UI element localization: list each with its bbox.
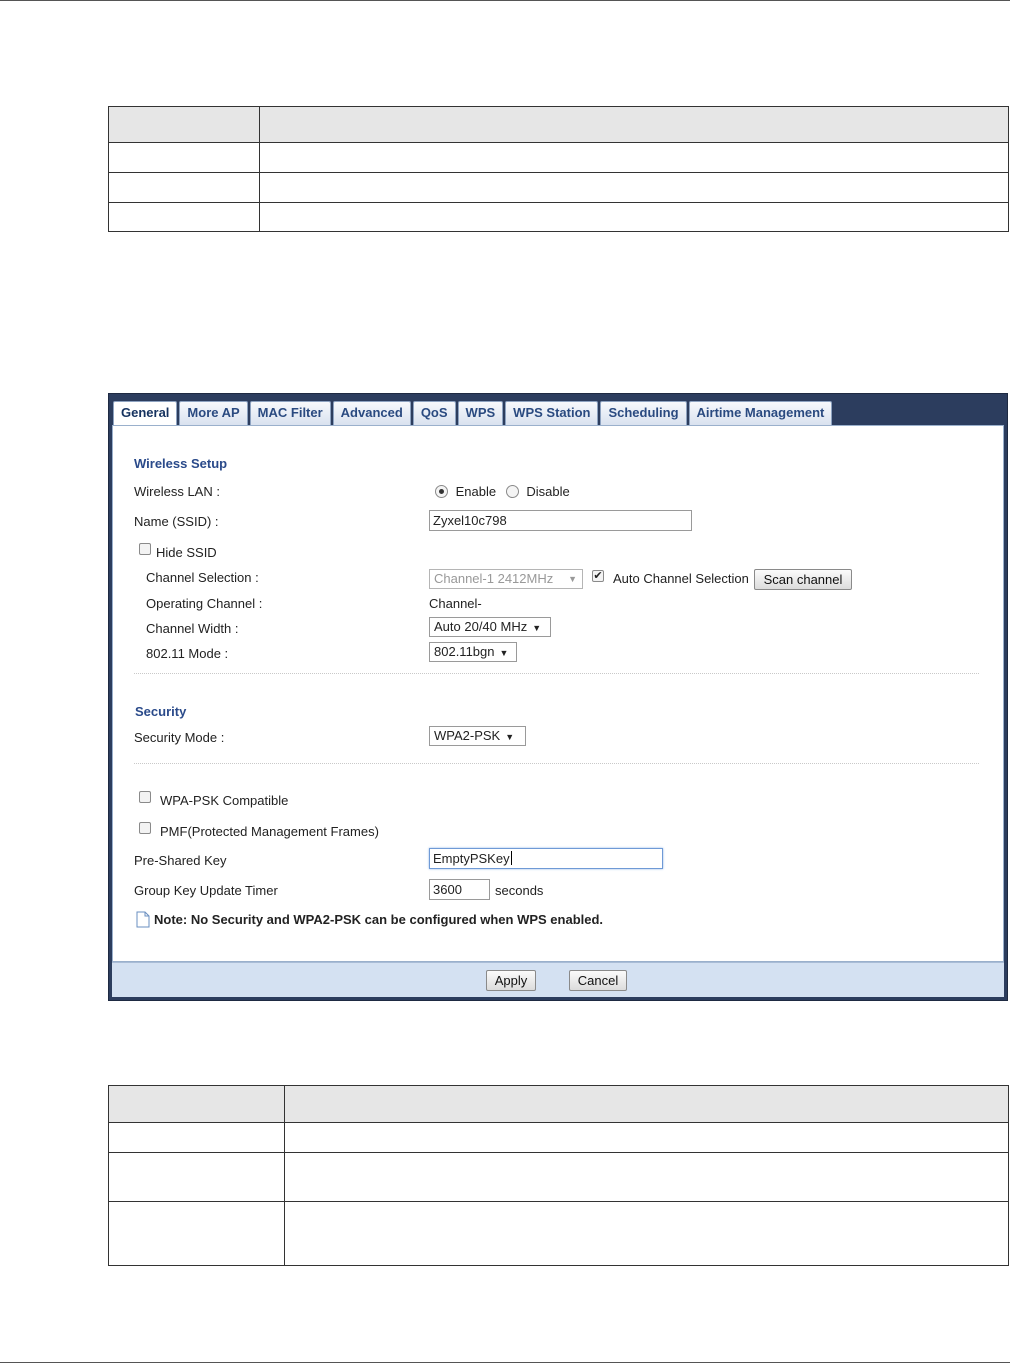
table-header-row xyxy=(109,1086,1008,1122)
table-cell xyxy=(109,1153,284,1201)
operating-channel-value: Channel- xyxy=(429,596,482,611)
psk-input[interactable]: EmptyPSKey xyxy=(429,848,663,869)
table-cell xyxy=(259,203,1008,231)
disable-radio-label: Disable xyxy=(526,484,570,499)
bottom-rule xyxy=(0,1362,1010,1363)
pmf-checkbox[interactable] xyxy=(139,822,151,834)
top-doc-table xyxy=(108,106,1009,232)
table-row xyxy=(109,202,1008,231)
security-mode-select[interactable]: WPA2-PSK ▼ xyxy=(429,726,526,746)
text-cursor xyxy=(510,851,512,865)
scan-channel-button[interactable]: Scan channel xyxy=(754,569,852,590)
channel-width-value: Auto 20/40 MHz xyxy=(434,619,528,634)
security-mode-label: Security Mode : xyxy=(134,730,225,745)
table-cell xyxy=(284,1153,1008,1201)
tab-advanced[interactable]: Advanced xyxy=(332,401,411,425)
general-tab-content: Wireless Setup Wireless LAN : Enable Dis… xyxy=(112,425,1004,962)
wps-note: Note: No Security and WPA2-PSK can be co… xyxy=(154,912,604,927)
mode-label: 802.11 Mode : xyxy=(146,646,229,661)
timer-unit: seconds xyxy=(495,883,544,898)
table-cell xyxy=(284,1202,1008,1265)
security-heading: Security xyxy=(135,704,187,719)
table-header-cell xyxy=(109,107,259,142)
table-cell xyxy=(284,1123,1008,1152)
section-divider xyxy=(134,763,979,764)
auto-channel-checkbox[interactable]: ✔ xyxy=(592,570,604,582)
tab-bar: General More AP MAC Filter Advanced QoS … xyxy=(113,401,833,427)
mode-select[interactable]: 802.11bgn ▼ xyxy=(429,642,517,662)
enable-radio-label: Enable xyxy=(455,484,497,499)
table-header-row xyxy=(109,107,1008,142)
mode-value: 802.11bgn xyxy=(434,644,495,659)
wpa-psk-compatible-checkbox[interactable] xyxy=(139,791,151,803)
pmf-label: PMF(Protected Management Frames) xyxy=(160,824,379,839)
table-header-cell xyxy=(259,107,1008,142)
tab-scheduling[interactable]: Scheduling xyxy=(600,401,687,425)
section-divider xyxy=(134,673,979,674)
cancel-button[interactable]: Cancel xyxy=(569,970,627,991)
table-row xyxy=(109,1152,1008,1201)
tab-general[interactable]: General xyxy=(113,401,178,427)
table-row xyxy=(109,142,1008,172)
wireless-lan-label: Wireless LAN : xyxy=(134,484,220,499)
apply-button[interactable]: Apply xyxy=(486,970,536,991)
table-row xyxy=(109,1201,1008,1265)
psk-label: Pre-Shared Key xyxy=(134,853,227,868)
operating-channel-label: Operating Channel : xyxy=(146,596,263,611)
table-row xyxy=(109,1122,1008,1152)
disable-radio[interactable] xyxy=(505,485,519,498)
tab-wps-station[interactable]: WPS Station xyxy=(505,401,599,425)
table-cell xyxy=(109,203,259,231)
table-header-cell xyxy=(284,1086,1008,1122)
hide-ssid-checkbox[interactable] xyxy=(139,543,151,555)
channel-width-label: Channel Width : xyxy=(146,621,239,636)
tab-mac-filter[interactable]: MAC Filter xyxy=(249,401,331,425)
table-cell xyxy=(109,1202,284,1265)
table-cell xyxy=(109,143,259,172)
form-footer: Apply Cancel xyxy=(112,962,1004,997)
hide-ssid-label: Hide SSID xyxy=(156,545,217,560)
channel-selection-value: Channel-1 2412MHz xyxy=(434,571,554,586)
channel-selection-label: Channel Selection : xyxy=(146,570,259,585)
wireless-setup-heading: Wireless Setup xyxy=(134,456,228,471)
ssid-input[interactable]: Zyxel10c798 xyxy=(429,510,692,531)
auto-channel-label: Auto Channel Selection xyxy=(613,571,749,586)
timer-label: Group Key Update Timer xyxy=(134,883,278,898)
timer-input[interactable]: 3600 xyxy=(429,879,490,900)
channel-selection-select[interactable]: Channel-1 2412MHz ▼ xyxy=(429,569,583,589)
tab-wps[interactable]: WPS xyxy=(457,401,504,425)
table-header-cell xyxy=(109,1086,284,1122)
ssid-label: Name (SSID) : xyxy=(134,514,219,529)
wireless-settings-panel: General More AP MAC Filter Advanced QoS … xyxy=(108,393,1008,1001)
wireless-lan-radio-group: Enable Disable xyxy=(435,484,570,499)
enable-radio[interactable] xyxy=(435,485,448,498)
table-cell xyxy=(109,1123,284,1152)
wpa-psk-compatible-label: WPA-PSK Compatible xyxy=(160,793,289,808)
table-cell xyxy=(109,173,259,202)
channel-width-select[interactable]: Auto 20/40 MHz ▼ xyxy=(429,617,551,637)
table-cell xyxy=(259,173,1008,202)
top-rule xyxy=(0,0,1010,1)
table-row xyxy=(109,172,1008,202)
psk-value: EmptyPSKey xyxy=(433,851,510,866)
table-cell xyxy=(259,143,1008,172)
tab-qos[interactable]: QoS xyxy=(412,401,456,425)
chevron-down-icon: ▼ xyxy=(499,648,509,658)
chevron-down-icon: ▼ xyxy=(505,732,515,742)
tab-airtime-management[interactable]: Airtime Management xyxy=(688,401,833,425)
chevron-down-icon: ▼ xyxy=(568,574,577,584)
bottom-doc-table xyxy=(108,1085,1009,1266)
tab-more-ap[interactable]: More AP xyxy=(179,401,248,425)
security-mode-value: WPA2-PSK xyxy=(434,728,501,743)
note-icon xyxy=(136,911,150,928)
chevron-down-icon: ▼ xyxy=(532,623,542,633)
